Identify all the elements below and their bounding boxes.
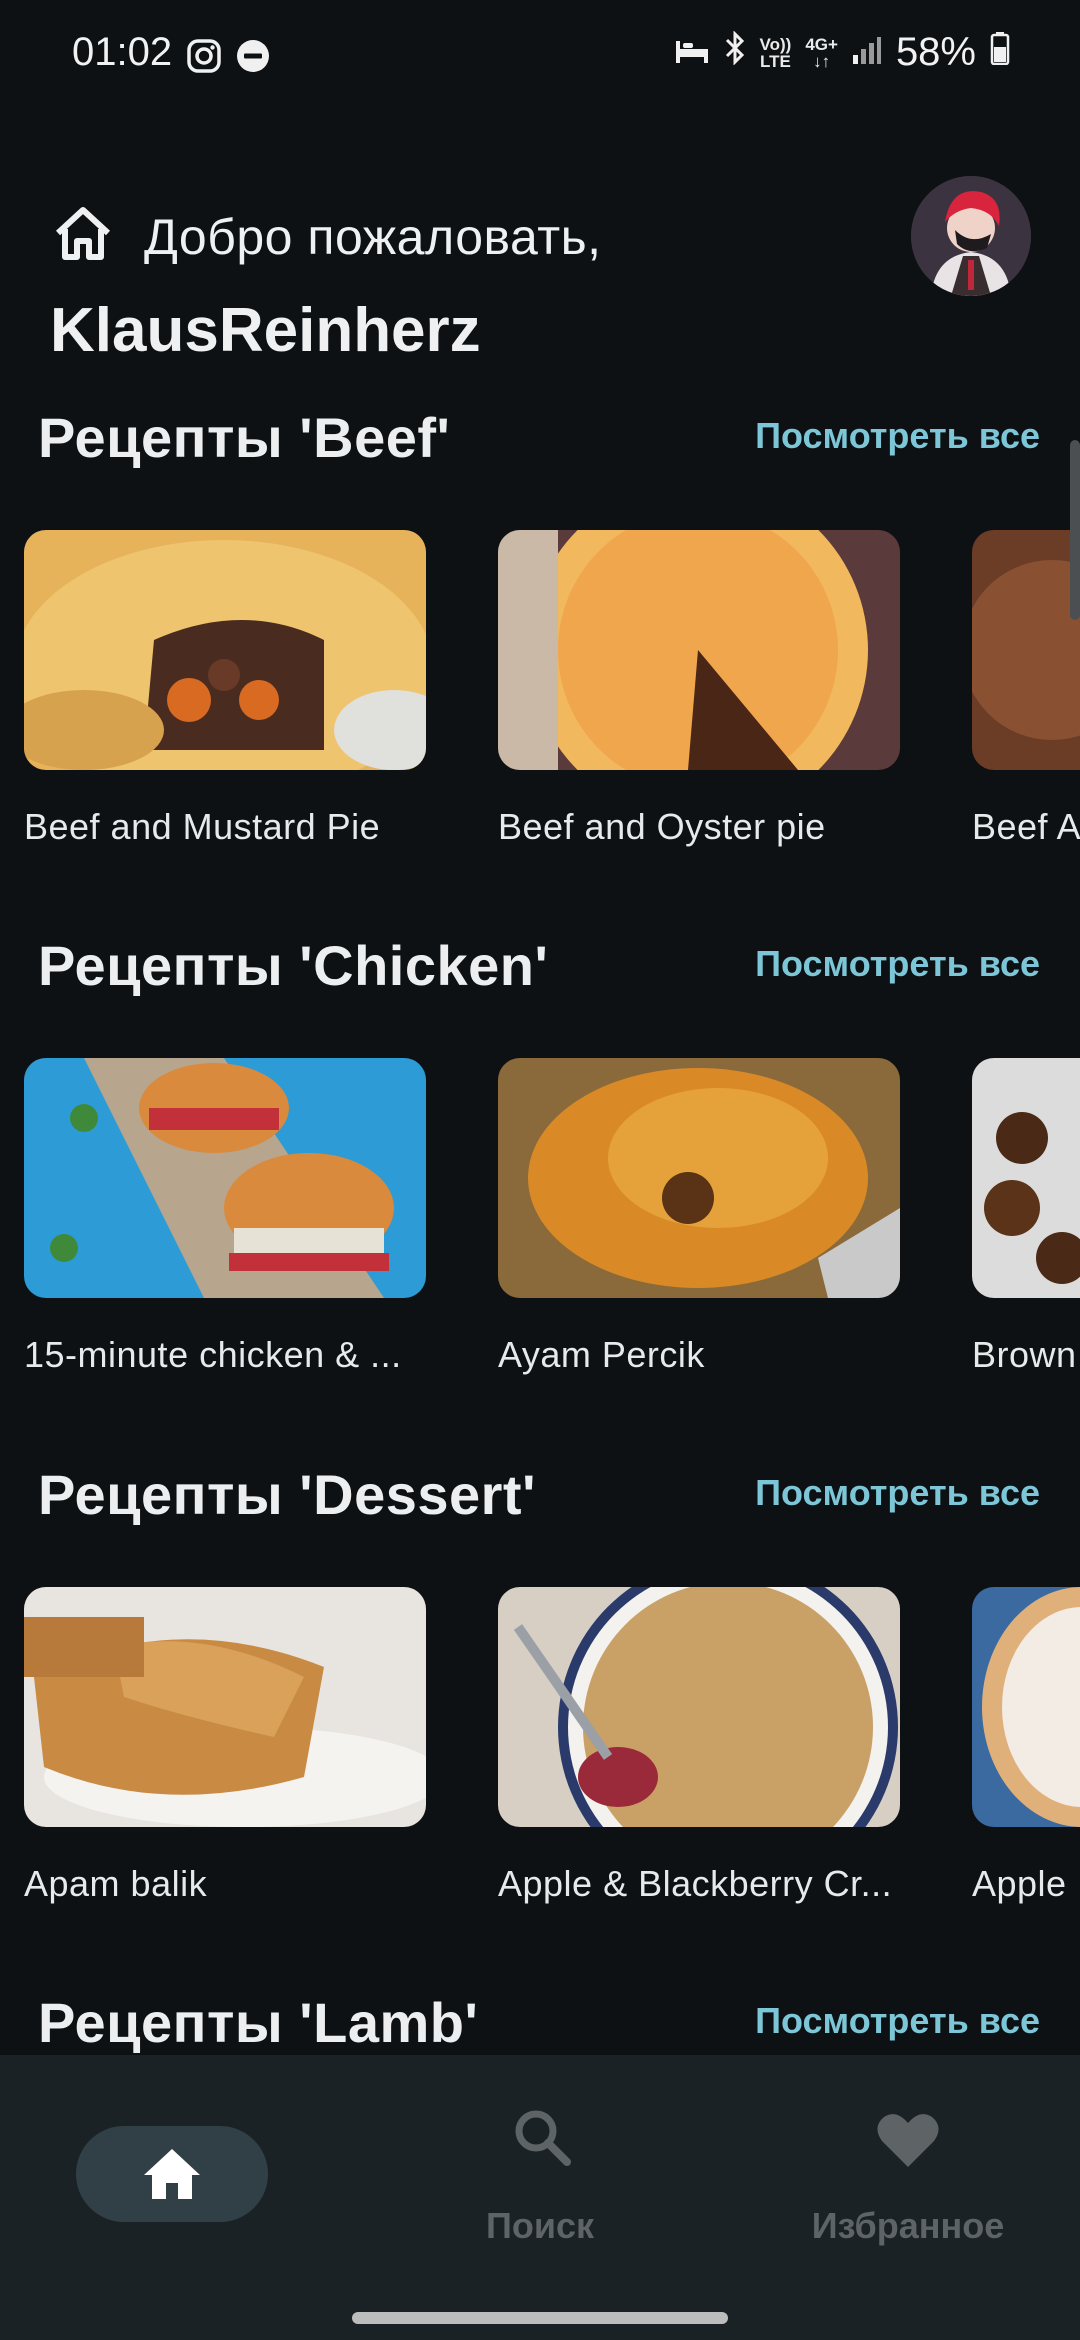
- bottom-navigation: Поиск Избранное: [0, 2055, 1080, 2340]
- nav-favorites-label: Избранное: [811, 2205, 1005, 2246]
- recipe-card[interactable]: Apam balik: [24, 1587, 426, 1905]
- recipe-title: Beef A: [972, 806, 1080, 847]
- nav-search[interactable]: Поиск: [360, 2055, 720, 2255]
- recipe-image: [972, 530, 1080, 770]
- instagram-icon: [186, 38, 222, 79]
- recipe-title: Apam balik: [24, 1863, 208, 1904]
- recipe-title: Apple: [972, 1863, 1067, 1904]
- bluetooth-icon: [724, 30, 746, 75]
- recipe-title: Apple & Blackberry Cr...: [498, 1863, 893, 1904]
- greeting-row: Добро пожаловать,: [52, 205, 602, 268]
- recipe-card[interactable]: Beef A: [972, 530, 1080, 848]
- status-time: 01:02: [72, 30, 173, 74]
- recipe-card[interactable]: Beef and Mustard Pie: [24, 530, 426, 848]
- recipe-carousel[interactable]: 15-minute chicken & ... Ayam Percik Brow…: [24, 1058, 1080, 1398]
- battery-percent: 58%: [895, 30, 976, 74]
- section-title: Рецепты 'Lamb': [38, 1991, 479, 2054]
- nav-search-label: Поиск: [485, 2205, 595, 2246]
- search-icon: [512, 2107, 572, 2172]
- recipe-image: [498, 1587, 900, 1827]
- data-activity-arrows: ↓↑: [813, 51, 831, 71]
- network-type-icon: 4G+ ↓↑: [805, 36, 838, 70]
- do-not-disturb-icon: [236, 39, 270, 78]
- home-outline-icon: [52, 205, 114, 268]
- bed-alarm-icon: [674, 30, 710, 75]
- section-title: Рецепты 'Beef': [38, 406, 451, 469]
- volte-icon: Vo)) LTE: [760, 36, 792, 70]
- volte-top-label: Vo)): [759, 34, 792, 54]
- view-all-link[interactable]: Посмотреть все: [755, 1472, 1040, 1514]
- recipe-image: [498, 1058, 900, 1298]
- network-type-label: 4G+: [805, 34, 838, 54]
- view-all-link[interactable]: Посмотреть все: [755, 2000, 1040, 2042]
- signal-icon: [852, 30, 882, 75]
- recipe-carousel[interactable]: Apam balik Apple & Blackberry Cr... Appl…: [24, 1587, 1080, 1927]
- home-icon: [142, 2147, 202, 2206]
- recipe-image: [24, 1058, 426, 1298]
- recipe-title: Ayam Percik: [498, 1334, 705, 1375]
- username: KlausReinherz: [50, 296, 481, 365]
- system-home-indicator[interactable]: [352, 2312, 728, 2324]
- section-title: Рецепты 'Chicken': [38, 934, 549, 997]
- nav-home[interactable]: [0, 2055, 360, 2255]
- scrollbar[interactable]: [1070, 440, 1080, 620]
- recipe-card[interactable]: Brown: [972, 1058, 1080, 1376]
- recipe-card[interactable]: 15-minute chicken & ...: [24, 1058, 426, 1376]
- battery-icon: [990, 30, 1010, 75]
- greeting-text: Добро пожаловать,: [144, 208, 602, 265]
- recipe-carousel[interactable]: Beef and Mustard Pie Beef and Oyster pie…: [24, 530, 1080, 870]
- recipe-title: Beef and Mustard Pie: [24, 806, 381, 847]
- recipe-image: [972, 1058, 1080, 1298]
- heart-icon: [876, 2111, 940, 2174]
- view-all-link[interactable]: Посмотреть все: [755, 415, 1040, 457]
- recipe-title: 15-minute chicken & ...: [24, 1334, 402, 1375]
- recipe-card[interactable]: Apple: [972, 1587, 1080, 1905]
- recipe-image: [498, 530, 900, 770]
- recipe-card[interactable]: Apple & Blackberry Cr...: [498, 1587, 900, 1905]
- view-all-link[interactable]: Посмотреть все: [755, 943, 1040, 985]
- section-title: Рецепты 'Dessert': [38, 1463, 536, 1526]
- recipe-card[interactable]: Ayam Percik: [498, 1058, 900, 1376]
- status-bar: 01:02 Vo)) LTE 4G+ ↓↑ 58%: [0, 0, 1080, 115]
- recipe-image: [972, 1587, 1080, 1827]
- nav-favorites[interactable]: Избранное: [728, 2055, 1080, 2255]
- avatar[interactable]: [911, 176, 1031, 296]
- recipe-image: [24, 530, 426, 770]
- recipe-card[interactable]: Beef and Oyster pie: [498, 530, 900, 848]
- volte-bottom-label: LTE: [760, 51, 791, 71]
- recipe-image: [24, 1587, 426, 1827]
- recipe-title: Beef and Oyster pie: [498, 806, 826, 847]
- recipe-title: Brown: [972, 1334, 1077, 1375]
